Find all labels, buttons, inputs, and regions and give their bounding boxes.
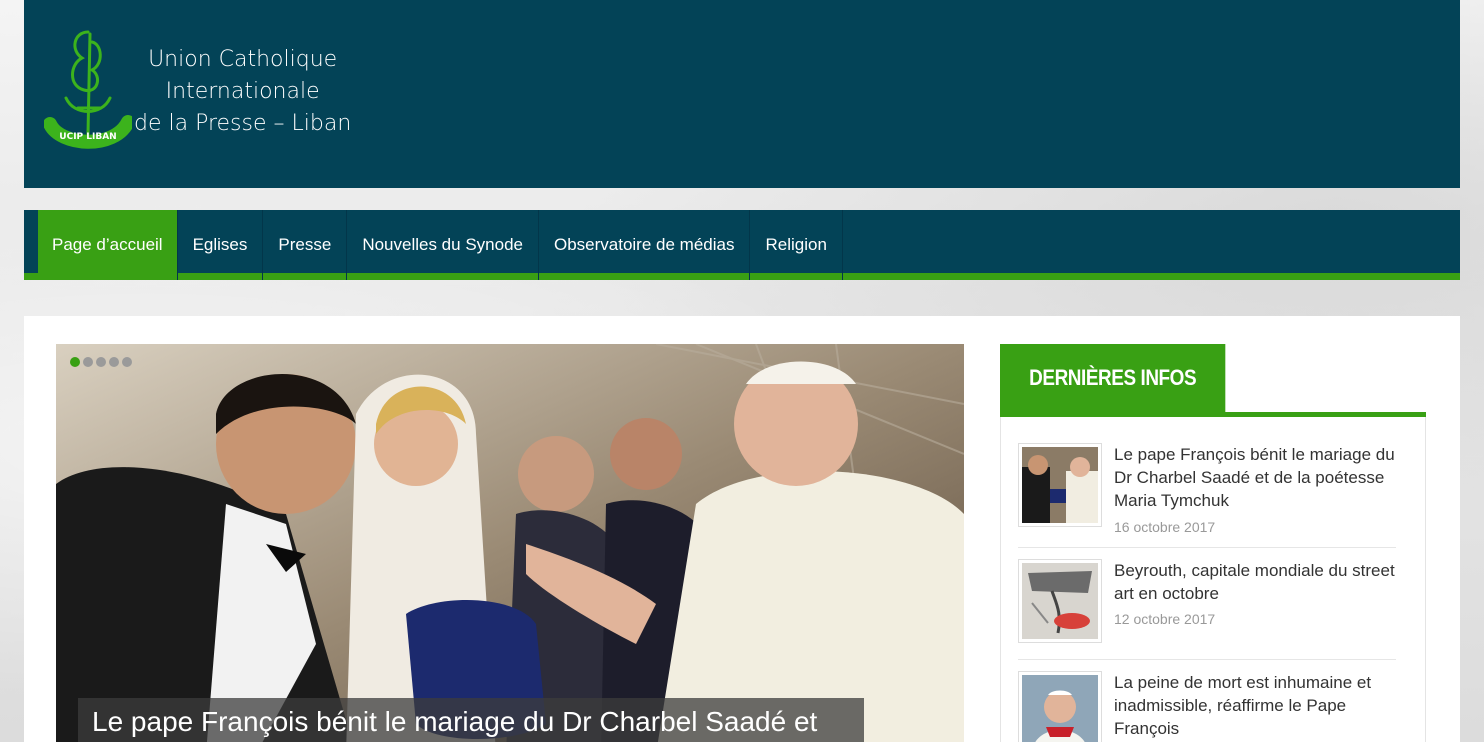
widget-title: DERNIÈRES INFOS [1000, 344, 1226, 412]
featured-slider[interactable]: Le pape François bénit le mariage du Dr … [56, 344, 964, 742]
news-thumbnail[interactable] [1018, 559, 1102, 643]
news-separator [1018, 547, 1396, 548]
nav-item-presse[interactable]: Presse [263, 210, 348, 280]
slider-dot-4[interactable] [109, 357, 119, 367]
news-list: Le pape François bénit le mariage du Dr … [1000, 417, 1426, 742]
news-thumbnail[interactable] [1018, 443, 1102, 527]
news-thumbnail[interactable] [1018, 671, 1102, 742]
svg-text:UCIP LIBAN: UCIP LIBAN [59, 132, 116, 142]
slider-dot-5[interactable] [122, 357, 132, 367]
slider-dot-2[interactable] [83, 357, 93, 367]
news-title[interactable]: Le pape François bénit le mariage du Dr … [1114, 443, 1414, 512]
org-name-line2: Internationale [165, 79, 320, 104]
org-name-line1: Union Catholique [148, 47, 338, 72]
slider-dot-3[interactable] [96, 357, 106, 367]
main-navigation: Page d’accueil Eglises Presse Nouvelles … [24, 210, 1460, 280]
news-title[interactable]: La peine de mort est inhumaine et inadmi… [1114, 671, 1414, 740]
slider-dot-1[interactable] [70, 357, 80, 367]
slide-image[interactable] [56, 344, 964, 742]
nav-item-home[interactable]: Page d’accueil [38, 210, 178, 280]
slide-caption[interactable]: Le pape François bénit le mariage du Dr … [78, 698, 864, 742]
nav-item-eglises[interactable]: Eglises [178, 210, 264, 280]
news-separator [1018, 659, 1396, 660]
org-name-line3: de la Presse – Liban [134, 111, 352, 136]
ucip-liban-logo[interactable]: UCIP LIBAN [44, 24, 132, 154]
news-title[interactable]: Beyrouth, capitale mondiale du street ar… [1114, 559, 1414, 605]
slider-pagination [70, 357, 132, 367]
org-name[interactable]: Union Catholique Internationale de la Pr… [134, 44, 351, 140]
news-date: 12 octobre 2017 [1114, 611, 1216, 627]
widget-title-bar: DERNIÈRES INFOS [1000, 344, 1426, 417]
nav-item-nouvelles-du-synode[interactable]: Nouvelles du Synode [347, 210, 539, 280]
nav-item-religion[interactable]: Religion [750, 210, 843, 280]
site-header: UCIP LIBAN Union Catholique Internationa… [24, 0, 1460, 188]
nav-item-observatoire-de-medias[interactable]: Observatoire de médias [539, 210, 751, 280]
news-date: 16 octobre 2017 [1114, 519, 1216, 535]
latest-news-widget: DERNIÈRES INFOS Le pape François bénit l… [1000, 344, 1426, 742]
main-content: Le pape François bénit le mariage du Dr … [24, 316, 1460, 742]
